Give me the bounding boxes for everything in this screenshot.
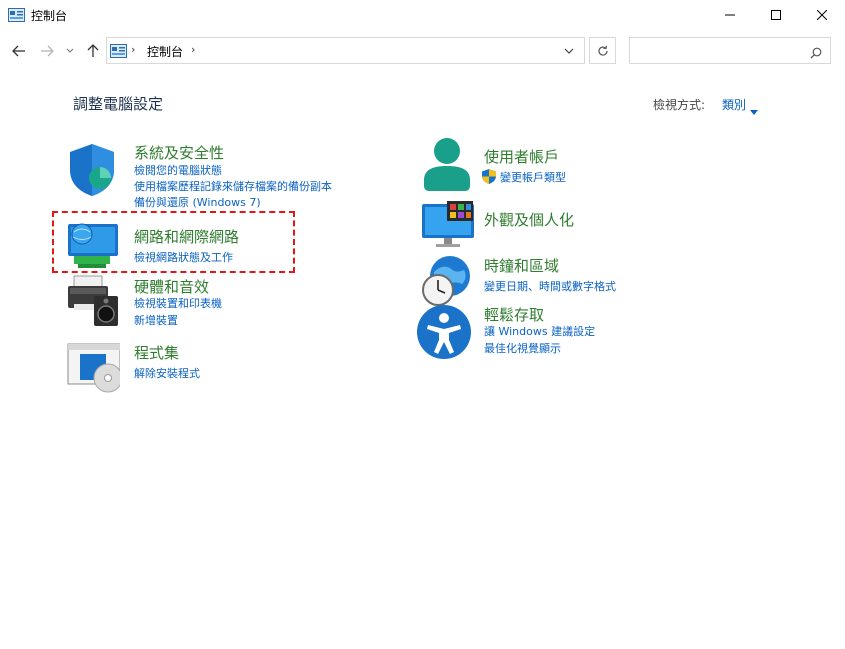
- uac-shield-icon: [482, 169, 496, 188]
- recent-locations-button[interactable]: [62, 40, 78, 62]
- forward-button[interactable]: [36, 40, 58, 62]
- programs-icon[interactable]: [64, 340, 123, 396]
- arrow-up-icon: [87, 44, 99, 57]
- link-uninstall-program[interactable]: 解除安裝程式: [134, 367, 200, 381]
- page-title: 調整電腦設定: [73, 95, 164, 113]
- up-button[interactable]: [82, 40, 104, 62]
- window-title: 控制台: [31, 9, 68, 23]
- control-panel-icon: [8, 7, 25, 22]
- link-add-device[interactable]: 新增裝置: [134, 314, 178, 328]
- caret-down-icon[interactable]: [750, 100, 758, 119]
- shield-icon[interactable]: [64, 142, 120, 198]
- title-bar: 控制台: [0, 0, 845, 30]
- category-title[interactable]: 輕鬆存取: [484, 304, 544, 325]
- category-title[interactable]: 時鐘和區域: [484, 255, 559, 276]
- view-by-label: 檢視方式:: [653, 98, 706, 112]
- link-file-history[interactable]: 使用檔案歷程記錄來儲存檔案的備份副本: [134, 180, 332, 194]
- link-change-account-type[interactable]: 變更帳戶類型: [500, 171, 566, 185]
- close-button[interactable]: [799, 0, 845, 30]
- link-windows-suggest[interactable]: 讓 Windows 建議設定: [484, 325, 595, 339]
- category-title[interactable]: 程式集: [134, 342, 179, 363]
- breadcrumb-separator-icon[interactable]: ›: [191, 43, 195, 56]
- minimize-icon: [725, 14, 735, 16]
- clock-globe-icon[interactable]: [420, 254, 476, 310]
- arrow-left-icon: [12, 45, 25, 57]
- breadcrumb-separator-icon[interactable]: ›: [131, 43, 135, 56]
- maximize-button[interactable]: [753, 0, 799, 30]
- highlight-box: [52, 211, 295, 273]
- user-icon[interactable]: [420, 136, 476, 192]
- category-title[interactable]: 外觀及個人化: [484, 209, 574, 230]
- maximize-icon: [771, 10, 781, 20]
- appearance-icon[interactable]: [420, 200, 476, 256]
- search-icon[interactable]: [810, 44, 822, 63]
- category-title[interactable]: 使用者帳戶: [484, 146, 559, 167]
- breadcrumb-control-panel[interactable]: 控制台: [147, 43, 183, 60]
- link-review-status[interactable]: 檢閱您的電腦狀態: [134, 164, 222, 178]
- arrow-right-icon: [41, 45, 54, 57]
- accessibility-icon[interactable]: [416, 304, 472, 360]
- chevron-down-icon: [66, 48, 74, 53]
- refresh-button[interactable]: [589, 37, 616, 64]
- refresh-icon: [597, 45, 608, 56]
- search-box[interactable]: [629, 37, 831, 64]
- link-change-date-format[interactable]: 變更日期、時間或數字格式: [484, 280, 616, 294]
- close-icon: [817, 10, 827, 20]
- chevron-down-icon: [564, 48, 574, 54]
- category-title[interactable]: 硬體和音效: [134, 276, 209, 297]
- minimize-button[interactable]: [707, 0, 753, 30]
- address-dropdown-button[interactable]: [559, 42, 579, 60]
- link-optimize-display[interactable]: 最佳化視覺顯示: [484, 342, 561, 356]
- control-panel-icon: [110, 43, 127, 58]
- link-backup-restore[interactable]: 備份與還原 (Windows 7): [134, 196, 261, 210]
- view-by-dropdown[interactable]: 類別: [722, 96, 746, 113]
- printer-icon[interactable]: [64, 274, 120, 330]
- search-input[interactable]: [634, 41, 804, 60]
- back-button[interactable]: [8, 40, 30, 62]
- link-devices-printers[interactable]: 檢視裝置和印表機: [134, 297, 222, 311]
- category-title[interactable]: 系統及安全性: [134, 142, 224, 163]
- address-bar[interactable]: › 控制台 ›: [106, 37, 585, 64]
